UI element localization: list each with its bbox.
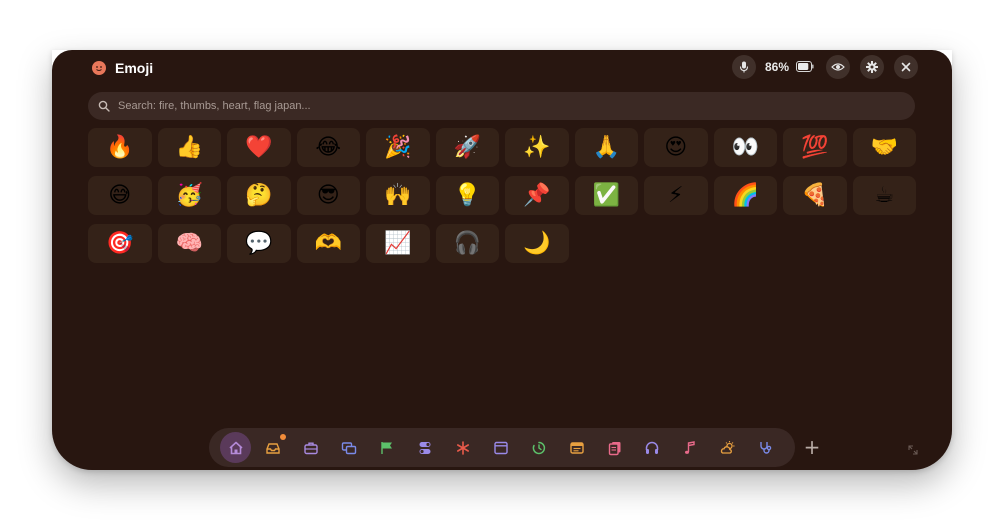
mic-icon: [739, 61, 749, 73]
corner-right: [932, 50, 952, 70]
dock-item-flag[interactable]: [372, 432, 403, 463]
inbox-icon: [266, 442, 281, 454]
emoji-cell[interactable]: 🫶: [296, 224, 360, 263]
search-icon: [98, 100, 110, 112]
search-bar: [88, 92, 915, 120]
emoji-cell[interactable]: 💯: [783, 128, 847, 167]
gear-icon: [866, 61, 878, 73]
emoji-cell[interactable]: ❤️: [227, 128, 291, 167]
dock-item-clipboard[interactable]: [599, 432, 630, 463]
weather-icon: [721, 440, 735, 454]
dock-item-weather[interactable]: [713, 432, 744, 463]
battery-percent: 86%: [765, 60, 790, 74]
emoji-window: Emoji 86% Search: fire, thumbs, heart, f…: [52, 50, 952, 470]
emoji-face-icon: [92, 61, 106, 75]
dock-bar: [209, 428, 795, 467]
emoji-cell[interactable]: 💬: [227, 224, 291, 263]
dock-item-music-note[interactable]: [675, 432, 706, 463]
emoji-cell[interactable]: 🎧: [435, 224, 499, 263]
dock-item-headphones[interactable]: [637, 432, 668, 463]
dock-item-timer[interactable]: [523, 432, 554, 463]
emoji-cell[interactable]: 😂: [296, 128, 360, 167]
notes-icon: [569, 441, 584, 454]
emoji-cell[interactable]: 🧠: [157, 224, 221, 263]
emoji-cell[interactable]: 👍: [157, 128, 221, 167]
window-title: Emoji: [115, 60, 154, 76]
emoji-cell[interactable]: ✨: [505, 128, 569, 167]
dock-item-notes[interactable]: [561, 432, 592, 463]
emoji-cell[interactable]: 🍕: [783, 176, 847, 215]
emoji-cell[interactable]: ☕: [852, 176, 916, 215]
emoji-cell[interactable]: ✅: [574, 176, 638, 215]
close-icon: [901, 62, 911, 72]
emoji-grid: 🔥 👍 ❤️ 😂 🎉 🚀 ✨ 🙏 😍 👀 💯 🤝 😅 🥳 🤔 😎 🙌 💡 📌 ✅ ⚡ 🌈 🍕 ☕ 🎯 🧠 💬 🫶 📈 🎧 🌙: [88, 128, 918, 263]
emoji-cell[interactable]: 😅: [88, 176, 152, 215]
emoji-cell[interactable]: 👀: [713, 128, 777, 167]
settings-button[interactable]: [860, 55, 884, 79]
dock-item-browser[interactable]: [485, 432, 516, 463]
emoji-cell[interactable]: 🥳: [157, 176, 221, 215]
timer-icon: [532, 441, 545, 454]
emoji-cell[interactable]: 🤝: [852, 128, 916, 167]
emoji-cell[interactable]: 🎯: [88, 224, 152, 263]
dock-item-toggle[interactable]: [410, 432, 441, 463]
music-note-icon: [685, 440, 695, 454]
emoji-cell[interactable]: ⚡: [644, 176, 708, 215]
asterisk-icon: [456, 440, 469, 455]
dock-item-asterisk[interactable]: [447, 432, 478, 463]
emoji-cell[interactable]: 🙏: [574, 128, 638, 167]
mic-button[interactable]: [732, 55, 756, 79]
emoji-cell[interactable]: 💡: [435, 176, 499, 215]
add-button[interactable]: +: [802, 434, 822, 460]
dock-item-inbox[interactable]: [258, 432, 289, 463]
emoji-cell[interactable]: 🎉: [366, 128, 430, 167]
dock-item-windows[interactable]: [334, 432, 365, 463]
visibility-button[interactable]: [826, 55, 850, 79]
emoji-cell[interactable]: 😍: [644, 128, 708, 167]
emoji-cell[interactable]: 🌈: [713, 176, 777, 215]
corner-left: [52, 50, 72, 70]
battery-icon: [796, 61, 814, 72]
toggle-icon: [419, 441, 431, 454]
flag-icon: [381, 441, 393, 454]
dock-item-briefcase[interactable]: [296, 432, 327, 463]
stethoscope-icon: [760, 441, 772, 454]
dock-item-stethoscope[interactable]: [751, 432, 782, 463]
briefcase-icon: [304, 442, 318, 454]
emoji-cell[interactable]: 📈: [366, 224, 430, 263]
browser-icon: [494, 441, 508, 454]
windows-icon: [341, 441, 357, 454]
emoji-cell[interactable]: 🌙: [505, 224, 569, 263]
eye-icon: [831, 63, 845, 71]
emoji-cell[interactable]: 😎: [296, 176, 360, 215]
emoji-cell[interactable]: 🔥: [88, 128, 152, 167]
close-button[interactable]: [894, 55, 918, 79]
search-input[interactable]: [116, 99, 915, 113]
headphones-icon: [646, 441, 659, 454]
emoji-cell[interactable]: 📌: [505, 176, 569, 215]
dock-item-home[interactable]: [220, 432, 251, 463]
emoji-cell[interactable]: 🤔: [227, 176, 291, 215]
clipboard-icon: [608, 441, 620, 455]
emoji-cell[interactable]: 🚀: [435, 128, 499, 167]
resize-icon[interactable]: [907, 444, 919, 456]
home-icon: [228, 441, 243, 454]
notification-badge: [279, 434, 286, 440]
emoji-cell[interactable]: 🙌: [366, 176, 430, 215]
